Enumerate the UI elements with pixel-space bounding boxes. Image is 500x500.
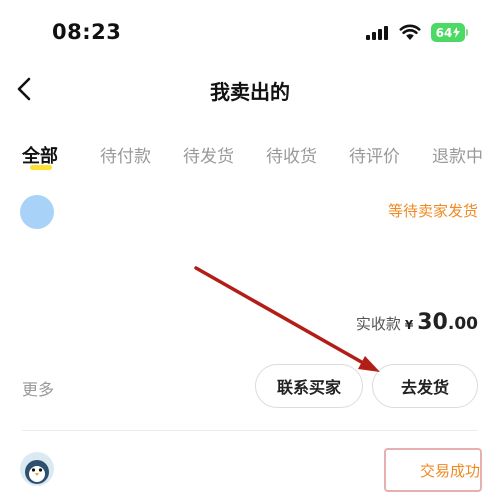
page-title: 我卖出的 — [210, 80, 290, 104]
tab-pending-payment[interactable]: 待付款 — [100, 142, 151, 167]
battery-nub — [466, 29, 468, 36]
order-status: 等待卖家发货 — [387, 202, 478, 220]
order-divider — [22, 430, 478, 431]
wifi-icon — [399, 24, 421, 40]
tab-pending-receipt[interactable]: 待收货 — [266, 142, 317, 167]
buyer-avatar[interactable] — [20, 452, 54, 486]
amount-label: 实收款 — [355, 315, 401, 333]
tab-pending-review[interactable]: 待评价 — [349, 142, 400, 167]
penguin-avatar-icon — [25, 460, 49, 484]
charging-bolt-icon — [453, 27, 461, 38]
battery-level: 64 — [435, 25, 453, 40]
battery-indicator: 64 — [431, 23, 465, 42]
amount-integer: 30 — [417, 310, 448, 335]
order-amount: 实收款 ¥ 30 .00 — [356, 310, 478, 335]
status-time: 08:23 — [52, 20, 122, 44]
tab-refunding[interactable]: 退款中 — [432, 142, 483, 167]
contact-buyer-button[interactable]: 联系买家 — [255, 364, 363, 408]
buyer-avatar[interactable] — [20, 195, 54, 229]
more-link[interactable]: 更多 — [22, 376, 54, 400]
currency-symbol: ¥ — [404, 318, 414, 332]
annotation-arrow — [194, 266, 380, 372]
amount-decimal: .00 — [447, 314, 478, 334]
watermark-stamp — [384, 448, 482, 492]
active-tab-indicator — [30, 165, 52, 170]
order-tabs: 全部 待付款 待发货 待收货 待评价 退款中 — [22, 142, 500, 174]
cellular-signal-icon — [366, 26, 388, 40]
ship-button[interactable]: 去发货 — [372, 364, 478, 408]
tab-pending-shipment[interactable]: 待发货 — [183, 142, 234, 167]
